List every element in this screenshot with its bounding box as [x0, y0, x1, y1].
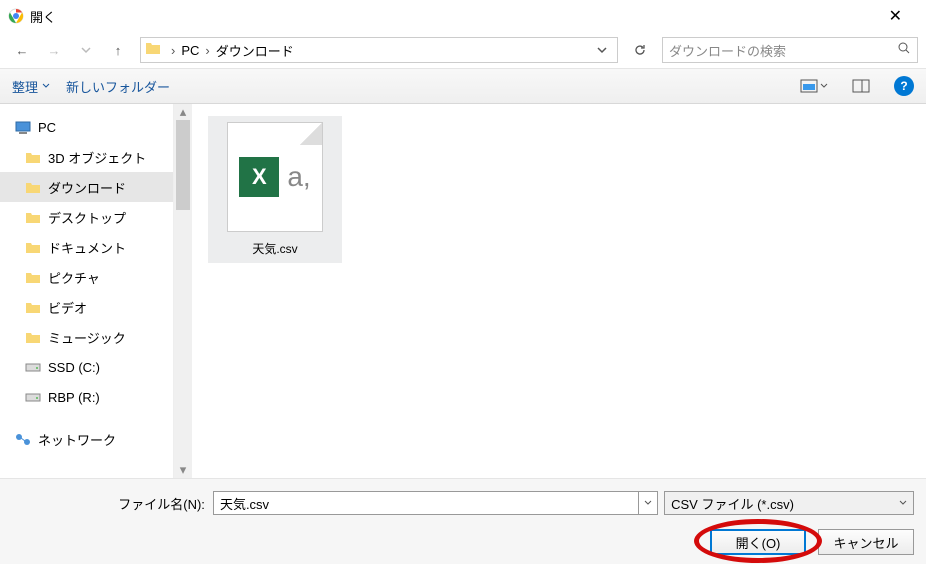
tree-item-3d[interactable]: 3D オブジェクト — [0, 142, 173, 172]
breadcrumb-downloads[interactable]: ダウンロード — [214, 41, 296, 60]
network-icon — [14, 430, 32, 448]
navigation-tree: PC 3D オブジェクト ダウンロード デスクトップ ドキュメント ピクチャ ビ… — [0, 104, 174, 478]
folder-icon — [24, 148, 42, 166]
toolbar: 整理 新しいフォルダー ? — [0, 68, 926, 104]
folder-icon — [24, 298, 42, 316]
pc-icon — [14, 118, 32, 136]
folder-icon — [24, 238, 42, 256]
main-area: PC 3D オブジェクト ダウンロード デスクトップ ドキュメント ピクチャ ビ… — [0, 104, 926, 478]
refresh-button[interactable] — [626, 37, 654, 63]
help-button[interactable]: ? — [894, 76, 914, 96]
breadcrumb-dropdown[interactable] — [591, 43, 613, 58]
dialog-footer: ファイル名(N): CSV ファイル (*.csv) 開く(O) キャンセル — [0, 478, 926, 564]
file-thumbnail: X a, — [227, 122, 323, 232]
drive-icon — [24, 388, 42, 406]
tree-scrollbar[interactable]: ▴ ▾ — [174, 104, 192, 478]
tree-item-network[interactable]: ネットワーク — [0, 424, 173, 454]
tree-item-videos[interactable]: ビデオ — [0, 292, 173, 322]
breadcrumb[interactable]: › PC › ダウンロード — [140, 37, 618, 63]
scroll-down-arrow[interactable]: ▾ — [174, 462, 192, 478]
tree-item-downloads[interactable]: ダウンロード — [0, 172, 173, 202]
tree-item-ssd[interactable]: SSD (C:) — [0, 352, 173, 382]
breadcrumb-pc[interactable]: PC — [179, 43, 201, 58]
window-title: 開く — [30, 7, 873, 26]
search-icon[interactable] — [898, 42, 911, 58]
folder-icon — [24, 178, 42, 196]
title-bar: 開く ✕ — [0, 0, 926, 32]
close-button[interactable]: ✕ — [873, 6, 918, 26]
folder-icon — [145, 41, 163, 59]
drive-icon — [24, 358, 42, 376]
new-folder-button[interactable]: 新しいフォルダー — [66, 77, 170, 96]
forward-button[interactable]: → — [40, 36, 68, 64]
folder-icon — [24, 328, 42, 346]
tree-item-desktop[interactable]: デスクトップ — [0, 202, 173, 232]
tree-item-pc[interactable]: PC — [0, 112, 173, 142]
csv-glyph: a, — [287, 161, 310, 193]
tree-item-rbp[interactable]: RBP (R:) — [0, 382, 173, 412]
file-name: 天気.csv — [252, 240, 297, 257]
scroll-up-arrow[interactable]: ▴ — [174, 104, 192, 120]
filetype-select[interactable]: CSV ファイル (*.csv) — [664, 491, 914, 515]
open-button[interactable]: 開く(O) — [710, 529, 806, 555]
organize-button[interactable]: 整理 — [12, 77, 50, 96]
filename-dropdown[interactable] — [639, 491, 658, 515]
filename-input[interactable] — [213, 491, 639, 515]
up-button[interactable]: ↑ — [104, 36, 132, 64]
scroll-thumb[interactable] — [176, 120, 190, 210]
folder-icon — [24, 208, 42, 226]
tree-item-music[interactable]: ミュージック — [0, 322, 173, 352]
view-button[interactable] — [800, 79, 828, 93]
chrome-icon — [8, 8, 24, 24]
search-placeholder: ダウンロードの検索 — [669, 41, 898, 60]
tree-item-pictures[interactable]: ピクチャ — [0, 262, 173, 292]
recent-dropdown[interactable] — [72, 36, 100, 64]
file-item-csv[interactable]: X a, 天気.csv — [208, 116, 342, 263]
file-list[interactable]: X a, 天気.csv — [192, 104, 926, 478]
preview-pane-button[interactable] — [852, 79, 870, 93]
filename-label: ファイル名(N): — [0, 494, 213, 513]
back-button[interactable]: ← — [8, 36, 36, 64]
tree-item-documents[interactable]: ドキュメント — [0, 232, 173, 262]
navigation-bar: ← → ↑ › PC › ダウンロード ダウンロードの検索 — [0, 32, 926, 68]
chevron-right-icon[interactable]: › — [201, 43, 213, 58]
excel-icon: X — [239, 157, 279, 197]
filetype-text: CSV ファイル (*.csv) — [671, 494, 899, 513]
cancel-button[interactable]: キャンセル — [818, 529, 914, 555]
search-input[interactable]: ダウンロードの検索 — [662, 37, 918, 63]
folder-icon — [24, 268, 42, 286]
chevron-right-icon[interactable]: › — [167, 43, 179, 58]
